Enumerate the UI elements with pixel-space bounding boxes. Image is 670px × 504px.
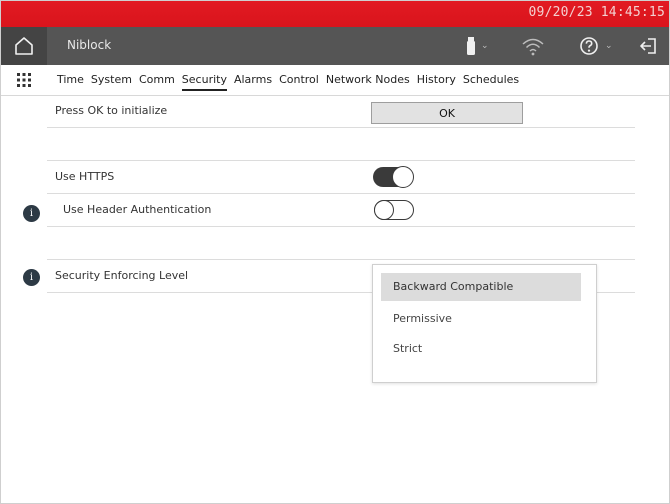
tab-time[interactable]: Time: [57, 65, 84, 95]
wifi-button[interactable]: [521, 27, 545, 65]
status-bar: 09/20/23 14:45:15: [1, 1, 669, 27]
toggle-knob: [374, 200, 394, 220]
tab-control[interactable]: Control: [279, 65, 319, 95]
tab-alarms[interactable]: Alarms: [234, 65, 272, 95]
tab-system[interactable]: System: [91, 65, 132, 95]
spacer-row: [47, 128, 635, 161]
header-auth-label: Use Header Authentication: [63, 203, 212, 216]
https-row: Use HTTPS: [47, 161, 635, 194]
help-menu-button[interactable]: ⌄: [579, 27, 613, 65]
ok-button[interactable]: OK: [371, 102, 523, 124]
logout-icon: [640, 38, 656, 54]
chevron-down-icon: ⌄: [481, 41, 489, 51]
app-window: 09/20/23 14:45:15 Niblock ⌄ ⌄ Time Syste…: [0, 0, 670, 504]
header-auth-toggle[interactable]: [374, 200, 414, 220]
initialize-row: Press OK to initialize OK: [47, 95, 635, 128]
tab-network-nodes[interactable]: Network Nodes: [326, 65, 410, 95]
option-backward-compatible[interactable]: Backward Compatible: [381, 273, 581, 301]
toggle-knob: [392, 166, 414, 188]
tab-schedules[interactable]: Schedules: [463, 65, 519, 95]
option-permissive[interactable]: Permissive: [381, 305, 581, 333]
enforcing-level-dropdown: Backward Compatible Permissive Strict: [372, 264, 597, 383]
nav-bar: Time System Comm Security Alarms Control…: [1, 65, 669, 96]
tab-bar: Time System Comm Security Alarms Control…: [57, 65, 526, 95]
device-name: Niblock: [67, 38, 112, 52]
tab-comm[interactable]: Comm: [139, 65, 175, 95]
apps-menu-button[interactable]: [1, 65, 47, 95]
help-icon: [580, 37, 598, 55]
datetime-display: 09/20/23 14:45:15: [528, 5, 665, 20]
initialize-label: Press OK to initialize: [55, 104, 168, 117]
header-bar: Niblock ⌄ ⌄: [1, 27, 669, 65]
wifi-icon: [522, 38, 544, 56]
home-button[interactable]: [1, 27, 47, 65]
grid-icon: [17, 73, 31, 87]
usb-menu-button[interactable]: ⌄: [467, 27, 489, 65]
header-auth-row: Use Header Authentication: [47, 194, 635, 227]
logout-button[interactable]: [639, 27, 657, 65]
tab-history[interactable]: History: [417, 65, 456, 95]
info-icon[interactable]: i: [23, 205, 40, 222]
https-toggle[interactable]: [373, 166, 414, 188]
enforcing-level-label: Security Enforcing Level: [55, 269, 189, 282]
https-label: Use HTTPS: [55, 170, 115, 183]
spacer-row: [47, 227, 635, 260]
usb-icon: [467, 37, 475, 55]
option-strict[interactable]: Strict: [381, 335, 581, 363]
info-icon[interactable]: i: [23, 269, 40, 286]
tab-security[interactable]: Security: [181, 65, 228, 95]
chevron-down-icon: ⌄: [605, 41, 613, 51]
home-icon: [15, 37, 33, 55]
